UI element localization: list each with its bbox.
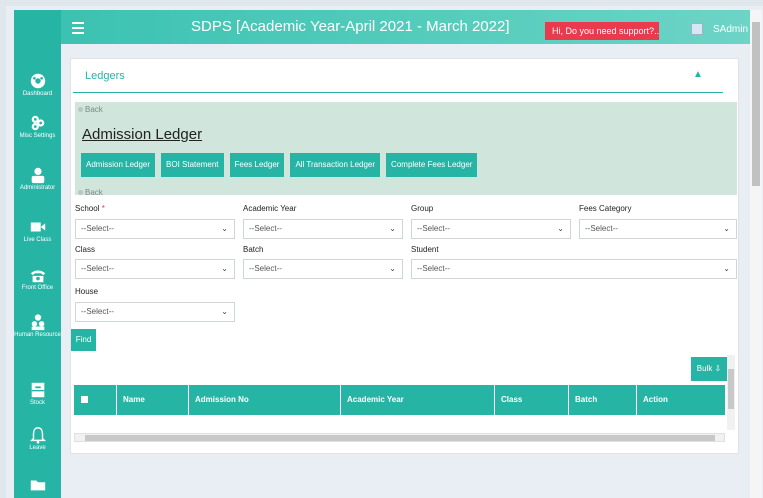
- batch-label: Batch: [243, 245, 264, 254]
- class-label: Class: [75, 245, 96, 254]
- sidebar-item-misc-settings[interactable]: Misc Settings: [14, 114, 61, 140]
- boi-statement-button[interactable]: BOI Statement: [161, 153, 224, 177]
- column-batch[interactable]: Batch: [568, 385, 636, 415]
- back-label: Back: [85, 105, 103, 114]
- page-title: SDPS [Academic Year-April 2021 - March 2…: [191, 18, 510, 35]
- table-header: Name Admission No Academic Year Class Ba…: [74, 385, 725, 415]
- batch-select[interactable]: --Select-- ⌄: [243, 259, 403, 279]
- avatar[interactable]: [691, 23, 703, 35]
- sidebar-item-live-class[interactable]: Live Class: [14, 218, 61, 244]
- chevron-down-icon: ⌄: [221, 307, 228, 316]
- sidebar-item-label: Misc Settings: [19, 133, 56, 139]
- sidebar-item-label: Stock: [29, 400, 45, 406]
- sidebar-item-label: Administrator: [19, 185, 56, 191]
- column-academic-year[interactable]: Academic Year: [340, 385, 494, 415]
- class-select[interactable]: --Select-- ⌄: [75, 259, 235, 279]
- back-icon: [78, 190, 83, 196]
- sidebar-item-dashboard[interactable]: Dashboard: [14, 72, 61, 98]
- fees-category-label: Fees Category: [579, 204, 632, 213]
- sidebar-item-label: Live Class: [23, 237, 52, 243]
- chevron-down-icon: ⌄: [389, 224, 396, 233]
- bell-icon: [29, 427, 46, 444]
- admission-ledger-button[interactable]: Admission Ledger: [81, 153, 156, 177]
- sidebar-item-label: Human Resource: [14, 332, 61, 338]
- ledger-toolbar: Back Admission Ledger Admission Ledger B…: [75, 102, 737, 197]
- group-select[interactable]: --Select-- ⌄: [411, 219, 571, 239]
- column-admission-no[interactable]: Admission No: [188, 385, 340, 415]
- chevron-down-icon: ⌄: [389, 264, 396, 273]
- folder-icon: [30, 480, 45, 491]
- student-label: Student: [411, 245, 439, 254]
- column-class[interactable]: Class: [494, 385, 568, 415]
- back-label: Back: [85, 188, 103, 197]
- sidebar-item-front-office[interactable]: Front Office: [14, 266, 61, 292]
- people-icon: [31, 314, 44, 331]
- select-all-checkbox[interactable]: [81, 396, 88, 403]
- support-prompt[interactable]: Hi, Do you need support?...|: [545, 22, 659, 40]
- menu-icon[interactable]: [72, 22, 84, 34]
- panel-title: Ledgers: [85, 70, 125, 82]
- chevron-down-icon: ⌄: [221, 224, 228, 233]
- chevron-down-icon: ⌄: [221, 264, 228, 273]
- bulk-button[interactable]: Bulk ⇩: [691, 357, 727, 381]
- back-icon: [78, 107, 83, 113]
- video-icon: [30, 222, 45, 232]
- chevron-down-icon: ⌄: [557, 224, 564, 233]
- sidebar-item-leave[interactable]: Leave: [14, 426, 61, 452]
- ledgers-panel: Ledgers ▲ Back Admission Ledger Admissio…: [70, 58, 739, 454]
- page-scrollbar[interactable]: [750, 10, 762, 498]
- chevron-down-icon: ⌄: [723, 224, 730, 233]
- sidebar: Dashboard Misc Settings Administrator Li…: [14, 10, 61, 498]
- dashboard-icon: [30, 73, 45, 89]
- school-label: School *: [75, 204, 105, 213]
- sidebar-item-label: Front Office: [21, 285, 54, 291]
- divider: [73, 92, 723, 93]
- download-icon: ⇩: [714, 364, 722, 373]
- back-link[interactable]: Back: [78, 105, 103, 114]
- chevron-down-icon: ⌄: [723, 264, 730, 273]
- user-icon: [31, 167, 44, 184]
- sidebar-item-label: Dashboard: [22, 91, 53, 97]
- back-link-2[interactable]: Back: [78, 188, 103, 197]
- table-horizontal-scrollbar[interactable]: [74, 433, 725, 442]
- sidebar-item-administrator[interactable]: Administrator: [14, 166, 61, 192]
- table-vertical-scrollbar[interactable]: [727, 355, 735, 430]
- house-label: House: [75, 287, 99, 296]
- complete-fees-ledger-button[interactable]: Complete Fees Ledger: [386, 153, 478, 177]
- find-button[interactable]: Find: [71, 329, 96, 351]
- sidebar-item-folder[interactable]: [14, 476, 61, 494]
- column-name[interactable]: Name: [116, 385, 188, 415]
- fees-category-select[interactable]: --Select-- ⌄: [579, 219, 737, 239]
- settings-icon: [31, 115, 44, 131]
- user-name[interactable]: SAdmin: [713, 24, 748, 35]
- all-transaction-ledger-button[interactable]: All Transaction Ledger: [290, 153, 381, 177]
- sidebar-item-label: Leave: [29, 445, 46, 451]
- school-select[interactable]: --Select-- ⌄: [75, 219, 235, 239]
- sidebar-item-stock[interactable]: Stock: [14, 381, 61, 407]
- top-header: SDPS [Academic Year-April 2021 - March 2…: [61, 10, 750, 44]
- archive-icon: [31, 382, 44, 398]
- ledger-buttons: Admission Ledger BOI Statement Fees Ledg…: [81, 153, 483, 177]
- academic-year-select[interactable]: --Select-- ⌄: [243, 219, 403, 239]
- fees-ledger-button[interactable]: Fees Ledger: [229, 153, 285, 177]
- phone-icon: [30, 270, 45, 283]
- house-select[interactable]: --Select-- ⌄: [75, 302, 235, 322]
- student-select[interactable]: --Select-- ⌄: [411, 259, 737, 279]
- column-action[interactable]: Action: [636, 385, 725, 415]
- sidebar-item-human-resource[interactable]: Human Resource: [14, 313, 61, 339]
- academic-year-label: Academic Year: [243, 204, 297, 213]
- group-label: Group: [411, 204, 434, 213]
- chevron-up-icon[interactable]: ▲: [693, 69, 703, 80]
- ledger-heading: Admission Ledger: [82, 126, 203, 143]
